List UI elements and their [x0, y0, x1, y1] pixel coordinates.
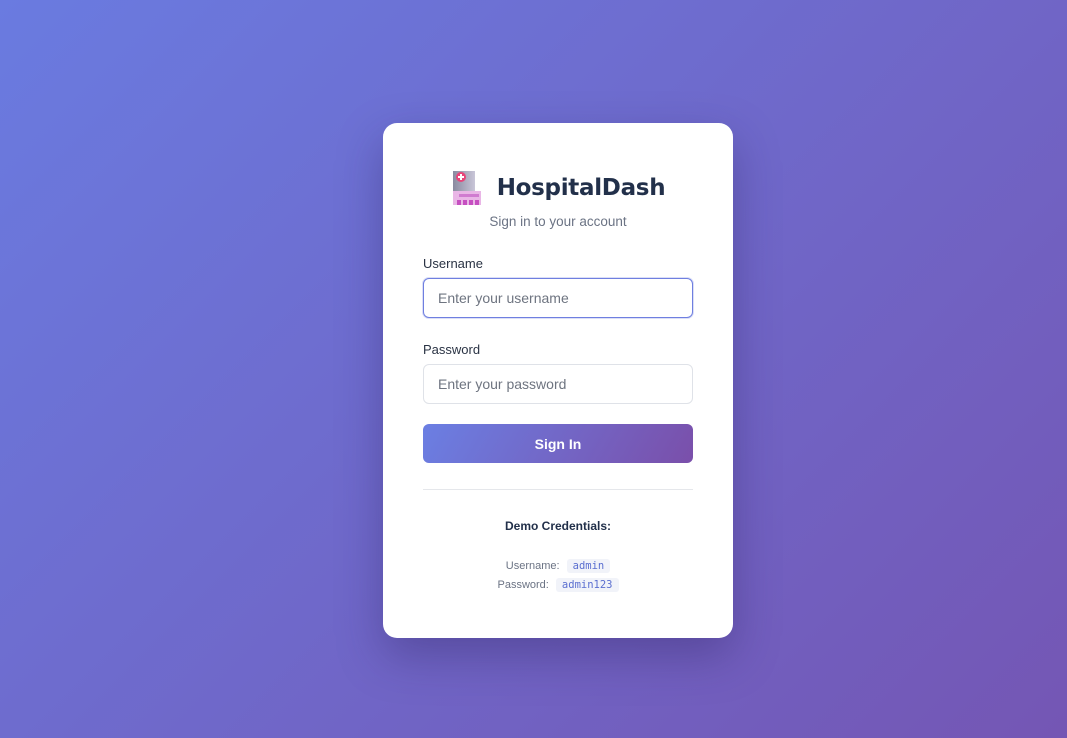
brand-header: HospitalDash	[423, 171, 693, 205]
username-input[interactable]	[423, 278, 693, 318]
demo-password-line: Password: admin123	[423, 576, 693, 595]
login-card: HospitalDash Sign in to your account Use…	[383, 123, 733, 638]
divider	[423, 489, 693, 490]
username-label: Username	[423, 256, 483, 271]
demo-username-value: admin	[566, 559, 611, 573]
demo-username-line: Username: admin	[423, 557, 693, 576]
password-label: Password	[423, 342, 481, 357]
demo-password-value: admin123	[555, 578, 619, 592]
sign-in-button[interactable]: Sign In	[423, 424, 693, 463]
subtitle: Sign in to your account	[489, 214, 627, 229]
demo-username-label: Username:	[505, 560, 560, 572]
demo-password-label: Password:	[497, 579, 549, 591]
password-input[interactable]	[423, 364, 693, 404]
hospital-icon	[451, 171, 481, 205]
demo-credentials-title: Demo Credentials:	[504, 519, 612, 533]
app-title: HospitalDash	[496, 175, 666, 201]
